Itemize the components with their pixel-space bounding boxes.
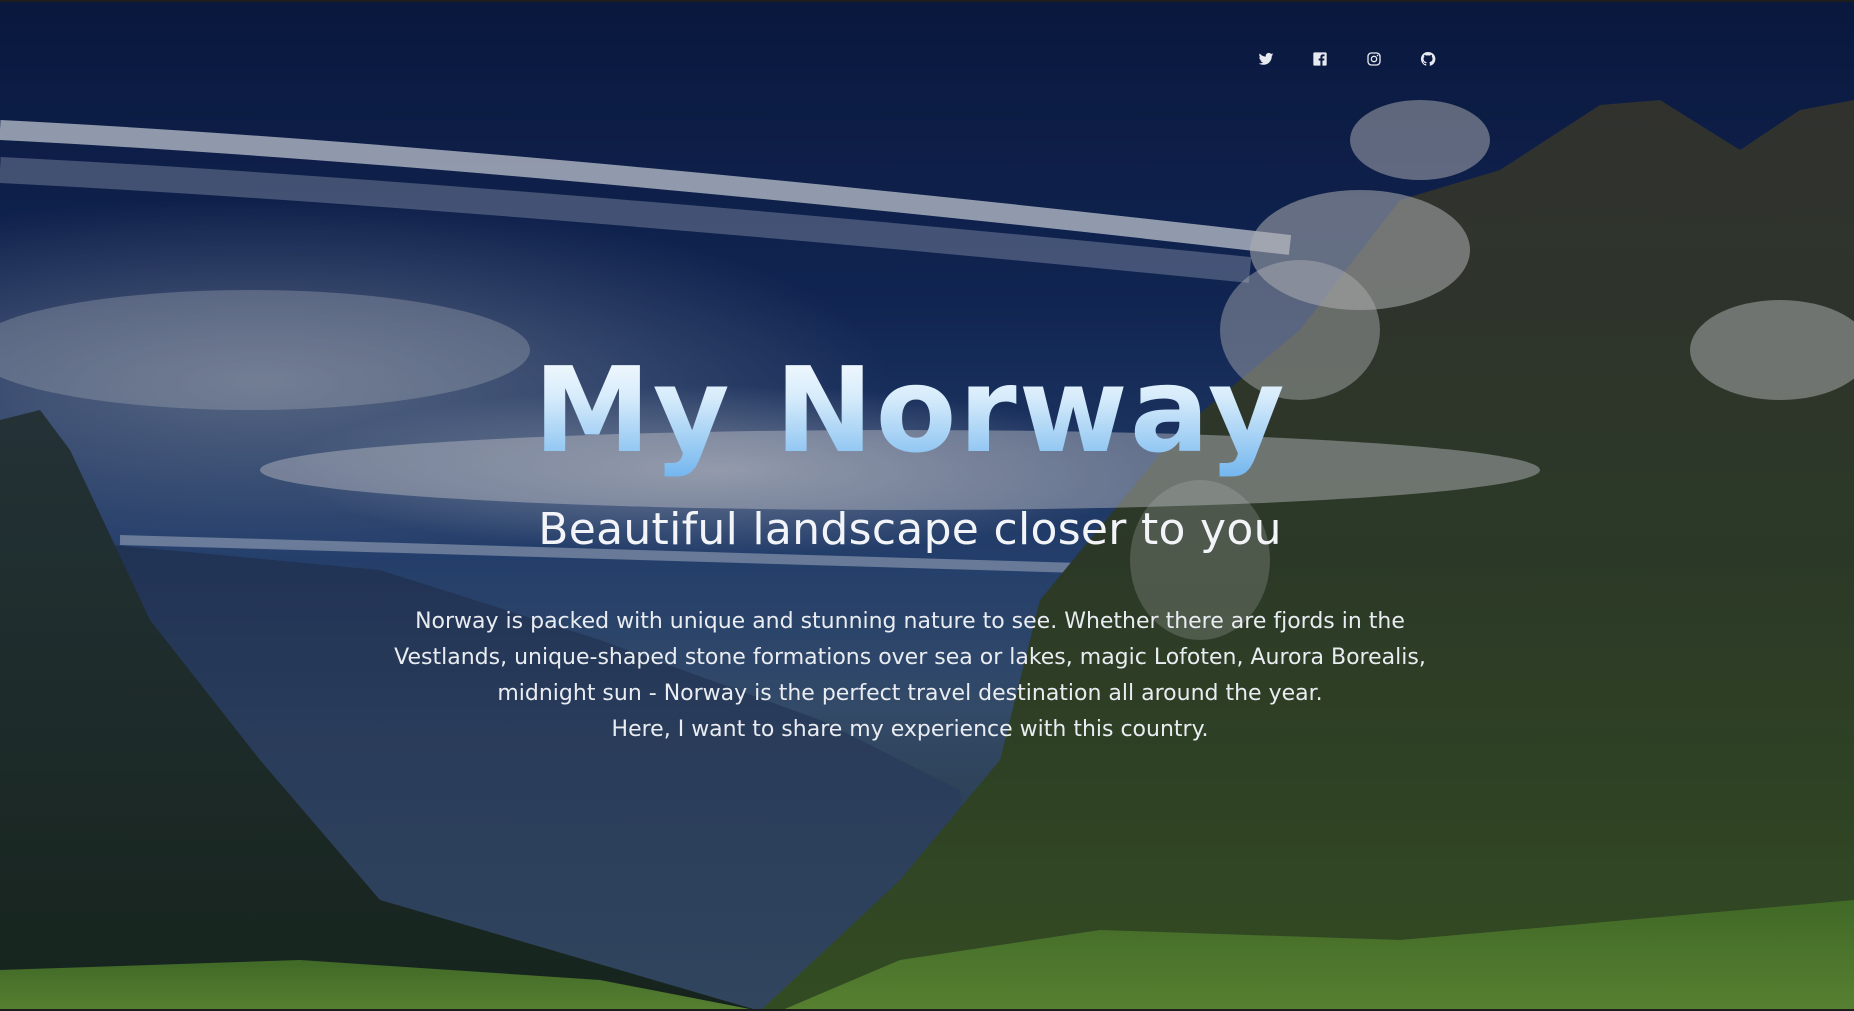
top-border	[0, 0, 1854, 2]
instagram-link[interactable]	[1364, 51, 1384, 71]
description-line: Vestlands, unique-shaped stone formation…	[394, 645, 1426, 670]
description-line: midnight sun - Norway is the perfect tra…	[497, 681, 1323, 706]
social-links	[1256, 48, 1456, 74]
description-line: Norway is packed with unique and stunnin…	[415, 609, 1405, 634]
facebook-link[interactable]	[1310, 51, 1330, 71]
description-line: Here, I want to share my experience with…	[611, 717, 1209, 742]
twitter-icon	[1258, 51, 1274, 71]
facebook-icon	[1312, 51, 1328, 71]
twitter-link[interactable]	[1256, 51, 1276, 71]
hero-content: My Norway Beautiful landscape closer to …	[300, 340, 1520, 748]
intro-description: Norway is packed with unique and stunnin…	[350, 604, 1470, 748]
github-link[interactable]	[1418, 51, 1438, 71]
page-subtitle: Beautiful landscape closer to you	[538, 504, 1282, 555]
page-title: My Norway	[300, 340, 1520, 480]
instagram-icon	[1366, 51, 1382, 71]
github-icon	[1420, 51, 1436, 71]
